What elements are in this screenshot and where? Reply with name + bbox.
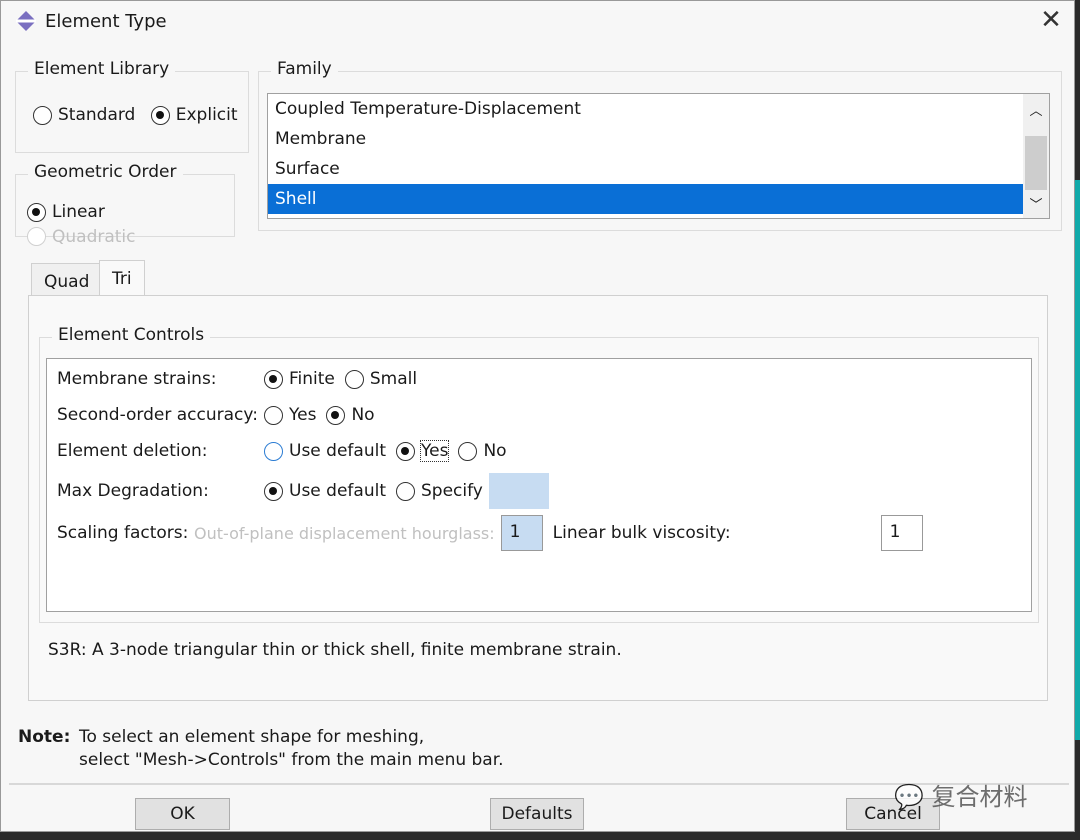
radio-use-default[interactable]: Use default bbox=[264, 481, 386, 501]
scrollbar[interactable]: ︿ ﹀ bbox=[1023, 94, 1049, 218]
max-degradation-row: Max Degradation: Use default Specify bbox=[57, 473, 549, 509]
chevron-up-icon[interactable]: ︿ bbox=[1023, 100, 1049, 119]
dialog-title: Element Type bbox=[45, 11, 167, 32]
note-line-1: To select an element shape for meshing, bbox=[79, 727, 425, 747]
radio-small[interactable]: Small bbox=[344, 369, 417, 389]
hourglass-input[interactable]: 1 bbox=[500, 515, 543, 551]
note-label: Note: bbox=[18, 727, 71, 747]
scaling-factors-row: Scaling factors: Out-of-plane displaceme… bbox=[57, 515, 923, 551]
element-library-group: Element Library Standard Explicit bbox=[15, 59, 249, 153]
second-order-row: Second-order accuracy: Yes No bbox=[57, 405, 375, 425]
scrollbar-thumb[interactable] bbox=[1025, 136, 1047, 190]
watermark: 💬 复合材料 bbox=[894, 783, 1028, 811]
defaults-button[interactable]: Defaults bbox=[490, 798, 584, 830]
element-deletion-row: Element deletion: Use default Yes No bbox=[57, 440, 507, 462]
tab-quad[interactable]: Quad bbox=[31, 263, 103, 296]
bulk-viscosity-input[interactable]: 1 bbox=[880, 515, 923, 551]
element-type-dialog: Element Type ✕ Element Library Standard … bbox=[0, 0, 1075, 832]
tab-tri[interactable]: Tri bbox=[99, 260, 145, 297]
group-label: Element Library bbox=[28, 59, 176, 79]
radio-explicit[interactable]: Explicit bbox=[150, 105, 238, 125]
list-item[interactable]: Surface bbox=[268, 154, 1024, 184]
note-line-2: select "Mesh->Controls" from the main me… bbox=[79, 750, 504, 770]
group-label: Family bbox=[271, 59, 338, 79]
ok-button[interactable]: OK bbox=[135, 798, 230, 830]
list-item[interactable]: Coupled Temperature-Displacement bbox=[268, 94, 1024, 124]
membrane-strains-row: Membrane strains: Finite Small bbox=[57, 369, 418, 389]
radio-no[interactable]: No bbox=[458, 441, 507, 461]
radio-yes[interactable]: Yes bbox=[395, 440, 450, 462]
wechat-icon: 💬 bbox=[894, 783, 924, 811]
element-description: S3R: A 3-node triangular thin or thick s… bbox=[48, 640, 622, 660]
group-label: Element Controls bbox=[52, 325, 211, 345]
family-list[interactable]: Coupled Temperature-Displacement Membran… bbox=[267, 93, 1050, 219]
radio-specify[interactable]: Specify bbox=[395, 481, 483, 501]
max-degradation-input[interactable] bbox=[488, 473, 549, 509]
radio-standard[interactable]: Standard bbox=[33, 105, 135, 125]
chevron-down-icon[interactable]: ﹀ bbox=[1023, 194, 1049, 213]
radio-yes[interactable]: Yes bbox=[264, 405, 316, 425]
radio-use-default[interactable]: Use default bbox=[264, 441, 386, 461]
radio-linear[interactable]: Linear bbox=[27, 202, 105, 222]
radio-finite[interactable]: Finite bbox=[264, 369, 335, 389]
close-icon[interactable]: ✕ bbox=[1037, 5, 1065, 35]
list-item-selected[interactable]: Shell bbox=[268, 184, 1024, 214]
geometric-order-group: Geometric Order Linear Quadratic bbox=[15, 162, 235, 247]
radio-no[interactable]: No bbox=[326, 405, 375, 425]
radio-quadratic: Quadratic bbox=[27, 227, 136, 247]
abaqus-logo-icon bbox=[16, 11, 36, 31]
list-item[interactable]: Membrane bbox=[268, 124, 1024, 154]
background-window-edge bbox=[1075, 180, 1080, 740]
group-label: Geometric Order bbox=[28, 162, 183, 182]
